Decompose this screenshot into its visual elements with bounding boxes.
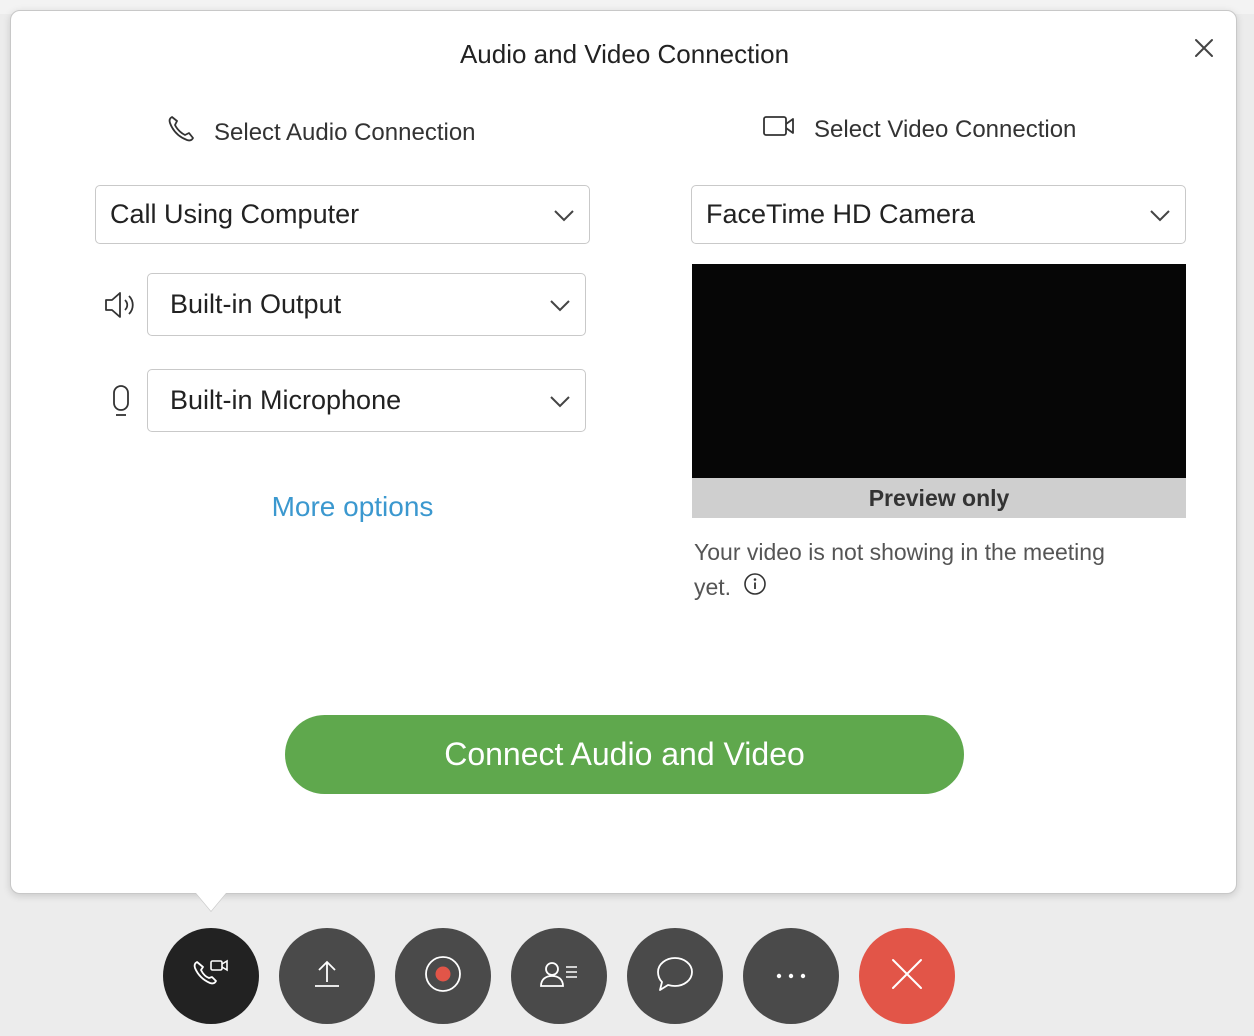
speaker-select[interactable]: Built-in Output [147, 273, 586, 336]
phone-video-icon [191, 956, 231, 997]
chevron-down-icon [549, 385, 571, 416]
connect-audio-video-button[interactable]: Connect Audio and Video [285, 715, 964, 794]
phone-icon [166, 114, 214, 151]
camera-select[interactable]: FaceTime HD Camera [691, 185, 1186, 244]
video-heading-label: Select Video Connection [814, 115, 1077, 143]
record-icon [423, 954, 463, 999]
participants-icon [539, 958, 579, 995]
chevron-down-icon [549, 289, 571, 320]
leave-button[interactable] [859, 928, 955, 1024]
dialog-title: Audio and Video Connection [459, 39, 790, 69]
chat-button[interactable] [627, 928, 723, 1024]
speaker-icon [103, 289, 137, 326]
audio-connection-value: Call Using Computer [110, 199, 360, 229]
microphone-value: Built-in Microphone [170, 385, 402, 415]
ellipsis-icon [775, 967, 807, 985]
upload-icon [311, 958, 343, 995]
video-camera-icon [762, 114, 814, 145]
record-button[interactable] [395, 928, 491, 1024]
video-preview [692, 264, 1186, 478]
chevron-down-icon [553, 199, 575, 230]
camera-value: FaceTime HD Camera [706, 199, 976, 229]
audio-heading-label: Select Audio Connection [214, 118, 476, 146]
chevron-down-icon [1149, 199, 1171, 230]
audio-video-button[interactable] [163, 928, 259, 1024]
video-note: Your video is not showing in the meeting… [694, 535, 1114, 606]
close-icon[interactable] [1191, 35, 1217, 61]
participants-button[interactable] [511, 928, 607, 1024]
dialog-pointer [196, 893, 226, 911]
audio-section-heading: Select Audio Connection [166, 114, 476, 151]
chat-bubble-icon [655, 955, 695, 998]
share-button[interactable] [279, 928, 375, 1024]
more-button[interactable] [743, 928, 839, 1024]
video-section-heading: Select Video Connection [762, 114, 1076, 145]
more-options-link[interactable]: More options [11, 491, 694, 523]
preview-label: Preview only [692, 478, 1186, 518]
microphone-icon [111, 384, 131, 423]
audio-video-dialog: Audio and Video Connection Select Audio … [10, 10, 1237, 894]
info-icon[interactable] [743, 571, 767, 606]
close-icon [890, 957, 924, 996]
speaker-value: Built-in Output [170, 289, 342, 319]
microphone-select[interactable]: Built-in Microphone [147, 369, 586, 432]
audio-connection-select[interactable]: Call Using Computer [95, 185, 590, 244]
